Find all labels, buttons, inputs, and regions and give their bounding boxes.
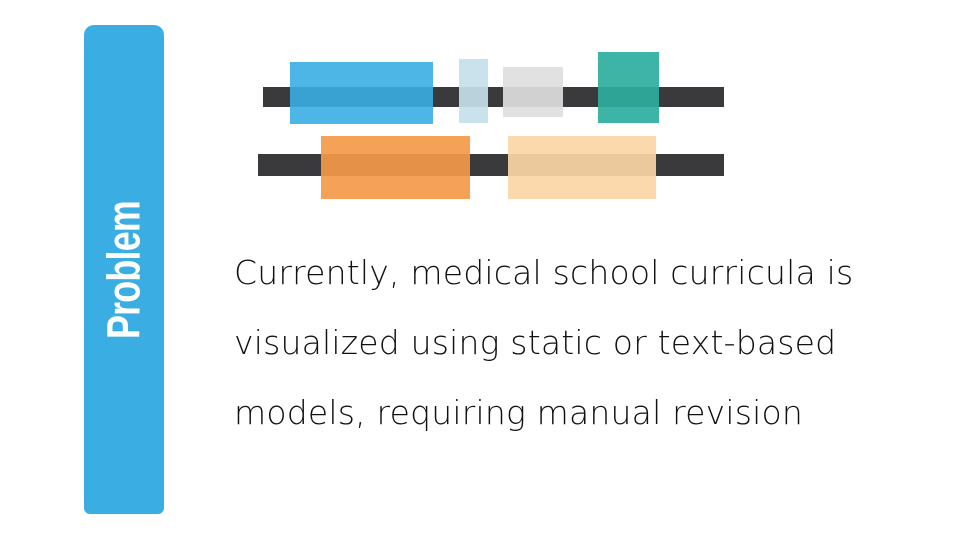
top-block-blue	[290, 62, 433, 124]
top-block-light-blue	[459, 59, 488, 123]
problem-statement-line-2: visualized using static or text-based	[234, 323, 837, 362]
problem-statement-line-3: models, requiring manual revision	[234, 393, 804, 432]
problem-statement-line-1: Currently, medical school curricula is	[234, 253, 854, 292]
problem-statement: Currently, medical school curricula is v…	[234, 238, 874, 448]
top-block-teal	[598, 52, 659, 123]
bottom-block-orange	[321, 136, 470, 199]
top-block-gray	[503, 67, 563, 117]
bottom-block-peach	[508, 136, 656, 199]
slide: Problem Currently, medical school curric…	[0, 0, 960, 540]
